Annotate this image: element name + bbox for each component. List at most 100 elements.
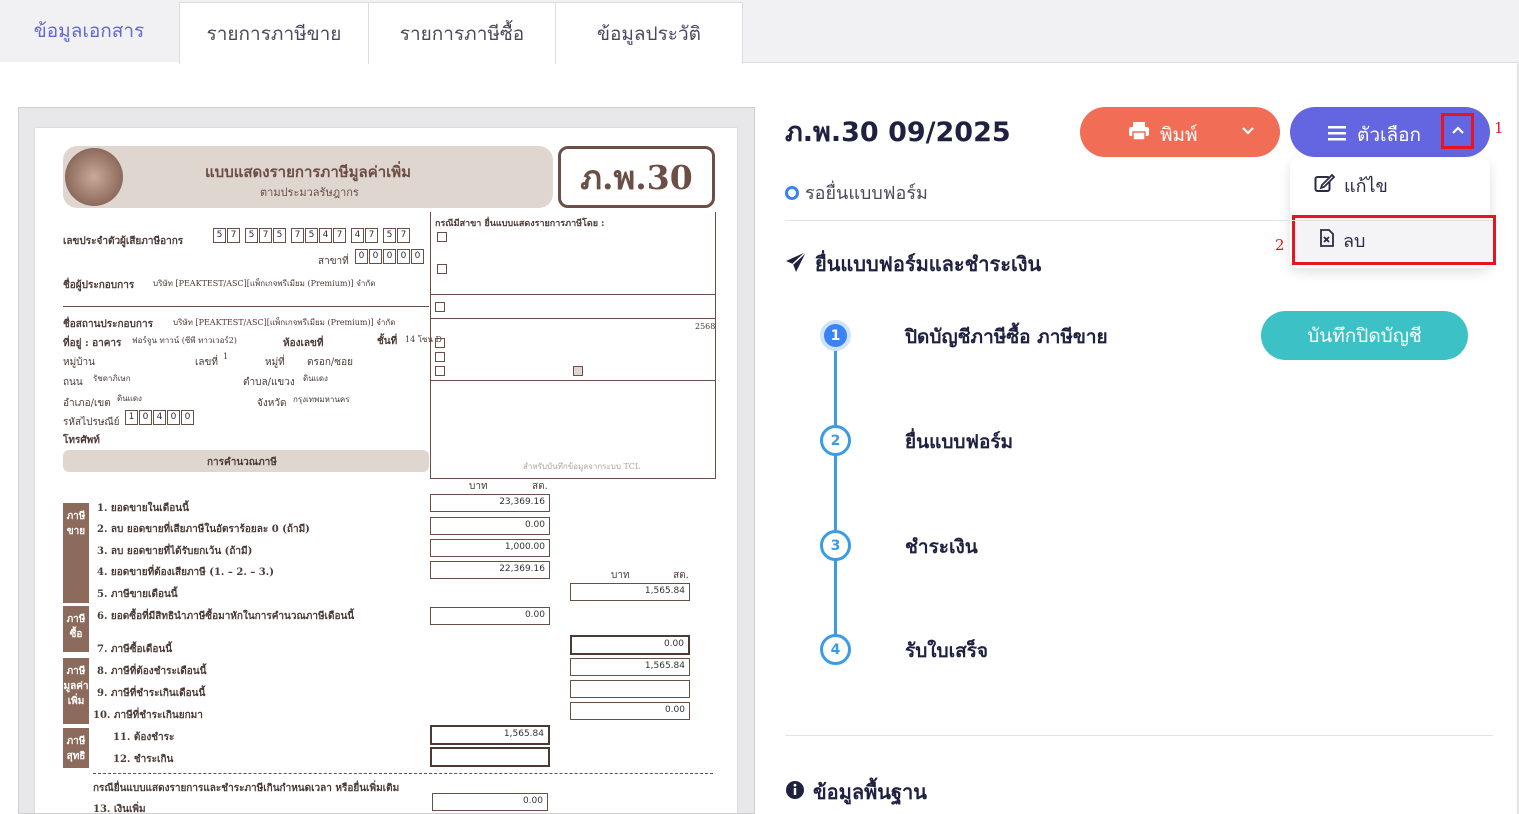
menu-item-delete-label: ลบ <box>1343 230 1366 252</box>
line-label: 1. ยอดขายในเดือนนี้ <box>97 503 189 514</box>
baht-header: บาท <box>469 481 488 492</box>
subdistrict-label: ตำบล/แขวง <box>243 377 295 388</box>
tab-document-info[interactable]: ข้อมูลเอกสาร <box>0 0 178 62</box>
place-name: บริษัท [PEAKTEST/ASC][แพ็กเกจพรีเมียม (P… <box>173 318 396 327</box>
status-dot-icon <box>785 185 799 200</box>
line-label: 5. ภาษีขายเดือนนี้ <box>97 589 178 600</box>
chevron-down-icon[interactable] <box>1240 122 1256 144</box>
paper-plane-icon <box>785 250 807 278</box>
late-note: กรณียื่นแบบแสดงรายการและชำระภาษีเกินกำหน… <box>93 783 400 794</box>
divider <box>785 735 1493 736</box>
step-4-circle: 4 <box>820 634 851 665</box>
form-box-border <box>430 212 431 478</box>
checkbox <box>435 366 445 376</box>
road-value: รัชดาภิเษก <box>93 374 131 383</box>
building-name: ฟอร์จูน ทาวน์ (ซีพี ทาวเวอร์2) <box>132 336 237 345</box>
form-title: แบบแสดงรายการภาษีมูลค่าเพิ่ม <box>205 163 412 181</box>
address-label: ที่อยู่ : อาคาร <box>63 338 122 349</box>
tab-sales-tax[interactable]: รายการภาษีขาย <box>179 2 369 64</box>
house-no-value: 1 <box>223 352 229 361</box>
branch-label: สาขาที่ <box>318 256 349 267</box>
line-value: 1,565.84 <box>570 658 690 676</box>
line-label: 12. ชำระเกิน <box>113 754 174 765</box>
line-label: 2. ลบ ยอดขายที่เสียภาษีในอัตราร้อยละ 0 (… <box>97 524 310 535</box>
line-value: 22,369.16 <box>430 561 550 579</box>
place-label: ชื่อสถานประกอบการ <box>63 319 153 330</box>
menu-icon <box>1328 124 1346 146</box>
line-value: 1,000.00 <box>430 539 550 557</box>
phone-label: โทรศัพท์ <box>63 435 100 446</box>
line-value <box>430 747 550 767</box>
tab-history[interactable]: ข้อมูลประวัติ <box>555 2 743 64</box>
line-value: 0.00 <box>430 517 550 535</box>
line-value: 1,565.84 <box>430 725 550 745</box>
village-label: หมู่บ้าน <box>63 357 95 368</box>
status-indicator: รอยื่นแบบฟอร์ม <box>785 178 928 207</box>
print-button-label: พิมพ์ <box>1160 124 1198 146</box>
line-value: 1,565.84 <box>570 583 690 601</box>
form-box-border <box>430 318 716 319</box>
form-paper: แบบแสดงรายการภาษีมูลค่าเพิ่ม ตามประมวลรั… <box>35 128 737 814</box>
checkbox <box>435 338 445 348</box>
side-label-net: ภาษีสุทธิ <box>63 728 89 768</box>
tax-id-digits: 5757575474757 <box>213 228 410 243</box>
operator-name: บริษัท [PEAKTEST/ASC][แพ็กเกจพรีเมียม (P… <box>153 279 376 288</box>
steps-connector <box>834 336 837 651</box>
line-label: 4. ยอดขายที่ต้องเสียภาษี (1. – 2. – 3.) <box>97 567 274 578</box>
form-box-border <box>430 294 716 295</box>
tax-year: 2568 <box>695 322 716 331</box>
room-label: ห้องเลขที่ <box>283 338 324 349</box>
menu-item-edit-label: แก้ไข <box>1344 175 1388 197</box>
province-label: จังหวัด <box>257 398 287 409</box>
divider <box>785 220 1493 221</box>
form-box-border <box>430 380 716 381</box>
status-text: รอยื่นแบบฟอร์ม <box>805 183 928 204</box>
printer-icon <box>1128 121 1150 146</box>
separator-line <box>63 306 429 307</box>
document-title: ภ.พ.30 09/2025 <box>785 117 1011 148</box>
checkbox-checked <box>573 366 583 376</box>
calc-header: การคำนวณภาษี <box>207 457 277 468</box>
moo-label: หมู่ที่ <box>265 357 285 368</box>
road-label: ถนน <box>63 377 83 388</box>
close-books-button[interactable]: บันทึกปิดบัญชี <box>1261 311 1468 360</box>
line-label: 13. เงินเพิ่ม <box>93 804 146 814</box>
form-code: ภ.พ.30 <box>558 146 715 208</box>
province-value: กรุงเทพมหานคร <box>293 395 350 404</box>
form-dashed-separator <box>93 773 713 774</box>
line-value: 0.00 <box>570 635 690 655</box>
form-box-border <box>715 212 716 478</box>
menu-item-edit[interactable]: แก้ไข <box>1290 160 1490 210</box>
soi-label: ตรอก/ซอย <box>307 357 353 368</box>
checkbox <box>435 302 445 312</box>
garuda-seal-icon <box>65 148 123 206</box>
section-basic-info-title: ข้อมูลพื้นฐาน <box>813 780 927 804</box>
satang-header: สต. <box>532 481 548 492</box>
form-preview[interactable]: แบบแสดงรายการภาษีมูลค่าเพิ่ม ตามประมวลรั… <box>18 107 755 814</box>
print-button[interactable]: พิมพ์ <box>1080 107 1280 157</box>
floor-label: ชั้นที่ <box>377 336 398 347</box>
branch-section-title: กรณีมีสาขา ยื่นแบบแสดงรายการภาษีโดย : <box>435 219 605 229</box>
step-4-label: รับใบเสร็จ <box>905 640 989 662</box>
annotation-two: 2 <box>1275 236 1285 254</box>
line-label: 10. ภาษีที่ชำระเกินยกมา <box>93 710 203 721</box>
tab-divider <box>742 62 1519 63</box>
edit-icon <box>1314 173 1336 198</box>
menu-item-delete[interactable]: ลบ <box>1292 215 1496 265</box>
annotation-one: 1 <box>1494 119 1504 137</box>
line-label: 9. ภาษีที่ชำระเกินเดือนนี้ <box>97 688 206 699</box>
form-subtitle: ตามประมวลรัษฎากร <box>260 186 359 199</box>
tab-purchase-tax[interactable]: รายการภาษีซื้อ <box>368 2 556 64</box>
line-value <box>570 680 690 698</box>
options-dropdown-menu: แก้ไข ลบ <box>1290 158 1496 268</box>
section-submit-pay-title: ยื่นแบบฟอร์มและชำระเงิน <box>815 252 1042 276</box>
line-label: 3. ลบ ยอดขายที่ได้รับยกเว้น (ถ้ามี) <box>97 546 253 557</box>
step-2-label: ยื่นแบบฟอร์ม <box>905 431 1014 453</box>
options-toggle-highlight[interactable] <box>1441 113 1474 149</box>
section-basic-info: ข้อมูลพื้นฐาน <box>785 776 927 808</box>
line-label: 6. ยอดซื้อที่มีสิทธินำภาษีซื้อมาหักในการ… <box>97 611 355 622</box>
side-label-purchase: ภาษีซื้อ <box>63 606 89 652</box>
checkbox <box>435 352 445 362</box>
subdistrict-value: ดินแดง <box>303 374 328 383</box>
options-button-label: ตัวเลือก <box>1357 124 1422 146</box>
